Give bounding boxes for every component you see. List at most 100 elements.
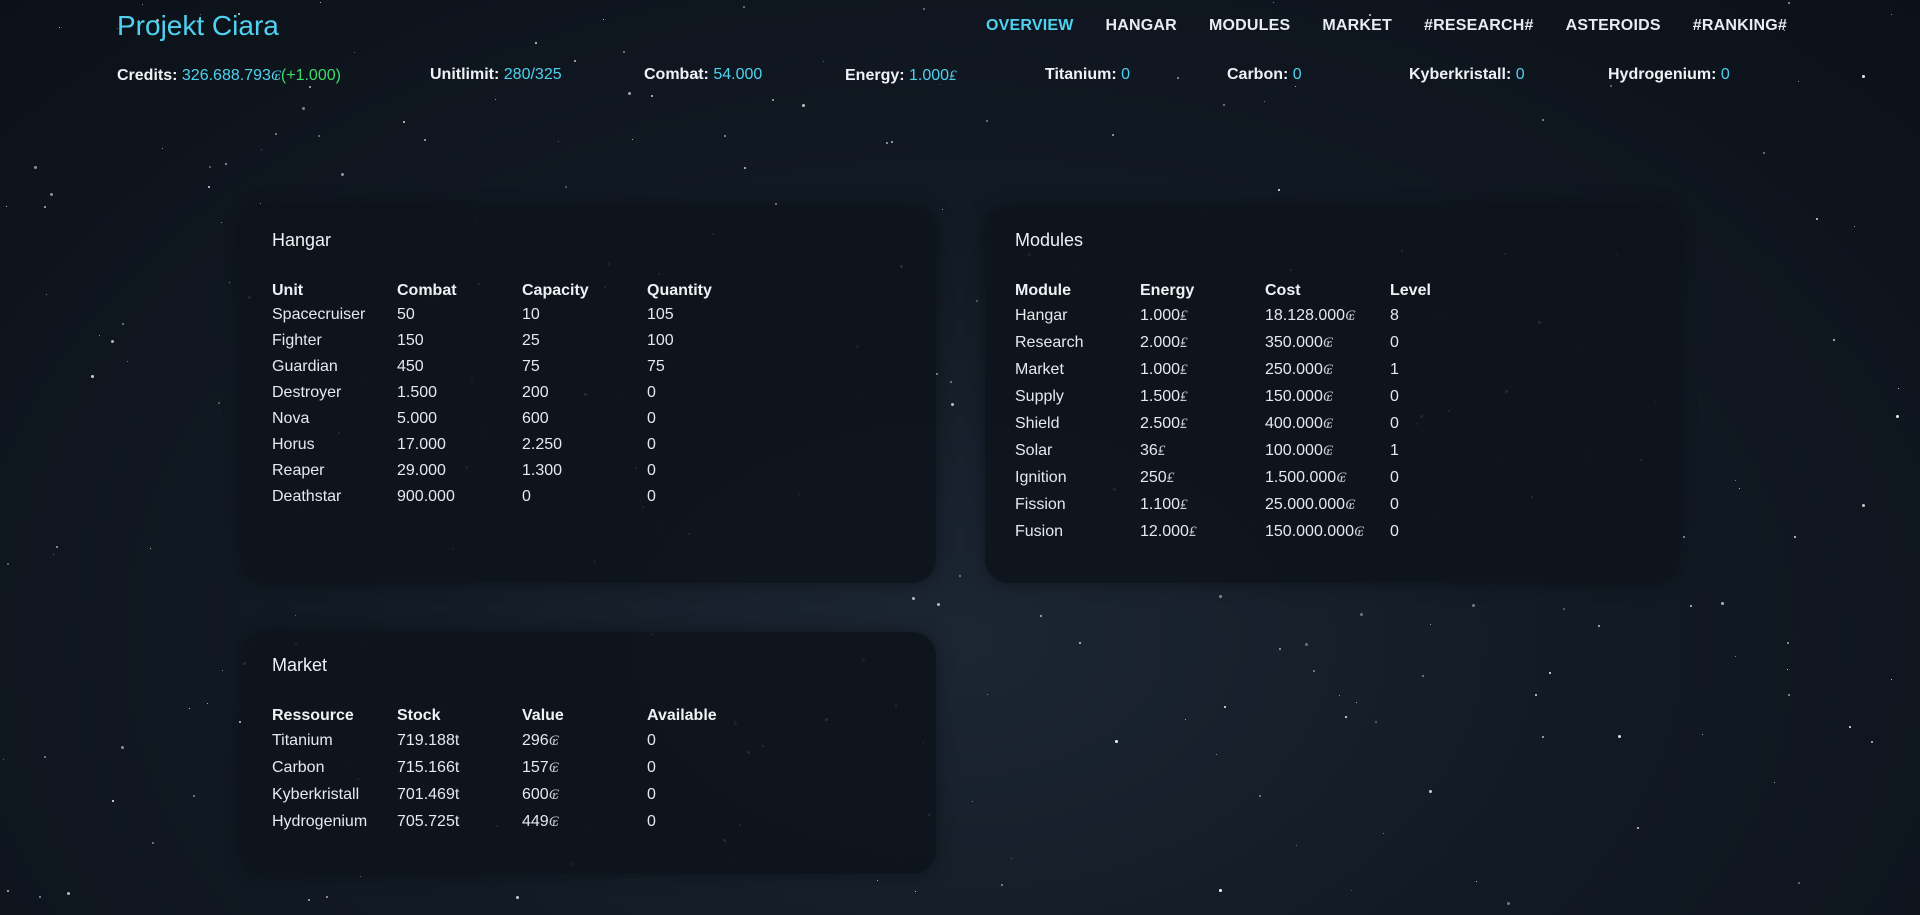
modules-cell: 1 [1390, 356, 1515, 383]
hangar-cell-value: 2.250 [522, 436, 563, 453]
combat-stat: Combat: 54.000 [644, 66, 762, 84]
nav-research[interactable]: #RESEARCH# [1424, 17, 1534, 35]
hangar-cell: 0 [647, 380, 772, 406]
star [1891, 679, 1892, 680]
star [222, 670, 223, 671]
market-title: Market [272, 655, 328, 675]
star [1177, 77, 1179, 79]
star [142, 4, 143, 5]
star [1079, 642, 1081, 644]
credits-value: 326.688.793 [181, 67, 271, 84]
modules-cell-value: 350.000 [1265, 334, 1323, 351]
modules-row: Solar 36₤ 100.000₢ 1 [1015, 437, 1515, 464]
modules-row: Fusion 12.000₤ 150.000.000₢ 0 [1015, 518, 1515, 545]
market-cell: 705.725t [397, 808, 522, 835]
hangar-col-quantity: Quantity [647, 282, 712, 299]
modules-cell-value: 0 [1390, 522, 1399, 540]
star [972, 801, 973, 802]
modules-cell: Supply [1015, 383, 1140, 410]
hangar-row: Guardian 450 75 75 [272, 354, 772, 380]
market-cell-value: 157 [522, 759, 549, 776]
star [802, 104, 805, 107]
nav-market[interactable]: MARKET [1322, 17, 1392, 35]
modules-cell-value: 1 [1390, 360, 1399, 378]
star [1798, 882, 1800, 884]
star [275, 133, 277, 135]
star [39, 896, 41, 898]
modules-cell: 8 [1390, 302, 1515, 329]
star [1549, 672, 1551, 674]
modules-cell: Hangar [1015, 302, 1140, 329]
nav-asteroids[interactable]: ASTEROIDS [1566, 17, 1661, 35]
modules-cell-value: 250.000 [1265, 361, 1323, 378]
star [950, 381, 952, 383]
market-cell: 719.188t [397, 727, 522, 754]
titanium-value: 0 [1121, 66, 1131, 83]
credit-icon: ₢ [1345, 306, 1356, 324]
hangar-cell: Guardian [272, 354, 397, 380]
star [1383, 833, 1384, 834]
modules-cell-value: 8 [1390, 306, 1399, 324]
modules-cell: Market [1015, 356, 1140, 383]
star [225, 163, 227, 165]
nav-modules[interactable]: MODULES [1209, 17, 1290, 35]
energy-icon: ₤ [1180, 414, 1188, 432]
hangar-cell: Horus [272, 432, 397, 458]
main-nav: OVERVIEW HANGAR MODULES MARKET #RESEARCH… [986, 17, 1787, 35]
market-cell-value: Titanium [272, 731, 333, 749]
star [1739, 488, 1740, 489]
energy-stat: Energy: 1.000₤ [845, 66, 957, 85]
kyberkristall-value: 0 [1515, 66, 1525, 83]
hangar-cell-value: Nova [272, 410, 310, 427]
star [1702, 734, 1703, 735]
modules-row: Supply 1.500₤ 150.000₢ 0 [1015, 383, 1515, 410]
star [937, 603, 940, 606]
hangar-cell: 150 [397, 328, 522, 354]
star [915, 891, 916, 892]
star [1422, 675, 1424, 677]
modules-cell-value: 1.500.000 [1265, 469, 1337, 486]
nav-ranking[interactable]: #RANKING# [1693, 17, 1787, 35]
modules-cell-value: Fusion [1015, 522, 1064, 540]
star [1264, 101, 1265, 102]
combat-label: Combat: [644, 66, 709, 83]
hangar-cell-value: 75 [647, 358, 665, 375]
star [1305, 643, 1308, 646]
hangar-cell: 29.000 [397, 458, 522, 484]
modules-row: Market 1.000₤ 250.000₢ 1 [1015, 356, 1515, 383]
market-cell-value: 0 [647, 758, 656, 776]
market-cell: 0 [647, 781, 772, 808]
hangar-cell: Spacecruiser [272, 302, 397, 328]
hangar-table: Unit Combat Capacity Quantity Spacecruis… [272, 280, 772, 510]
star [1219, 595, 1222, 598]
modules-cell: 250₤ [1140, 464, 1265, 491]
nav-overview[interactable]: OVERVIEW [986, 17, 1074, 35]
kyberkristall-stat: Kyberkristall: 0 [1409, 66, 1525, 84]
energy-icon: ₤ [1180, 495, 1188, 513]
star [565, 186, 567, 188]
modules-cell-value: 2.500 [1140, 415, 1181, 432]
star [1472, 604, 1475, 607]
modules-table: Module Energy Cost Level Hangar 1.000₤ 18.… [1015, 280, 1515, 545]
nav-hangar[interactable]: HANGAR [1106, 17, 1177, 35]
hangar-cell-value: Reaper [272, 462, 325, 479]
star [744, 167, 746, 169]
star [1040, 615, 1042, 617]
star [302, 107, 305, 110]
star [1360, 613, 1363, 616]
modules-cell-value: 36 [1140, 442, 1158, 459]
star [1430, 624, 1431, 625]
energy-value: 1.000 [909, 67, 950, 84]
titanium-label: Titanium: [1045, 66, 1117, 83]
hangar-cell: Fighter [272, 328, 397, 354]
modules-cell-value: 150.000.000 [1265, 523, 1354, 540]
hangar-cell: 450 [397, 354, 522, 380]
hangar-col-combat: Combat [397, 282, 457, 299]
app-title[interactable]: Projekt Ciara [117, 10, 279, 42]
modules-cell: 0 [1390, 329, 1515, 356]
star [1429, 790, 1432, 793]
modules-cell: 2.000₤ [1140, 329, 1265, 356]
star [574, 60, 576, 62]
energy-icon: ₤ [1180, 306, 1188, 324]
credit-icon: ₢ [1322, 441, 1333, 459]
